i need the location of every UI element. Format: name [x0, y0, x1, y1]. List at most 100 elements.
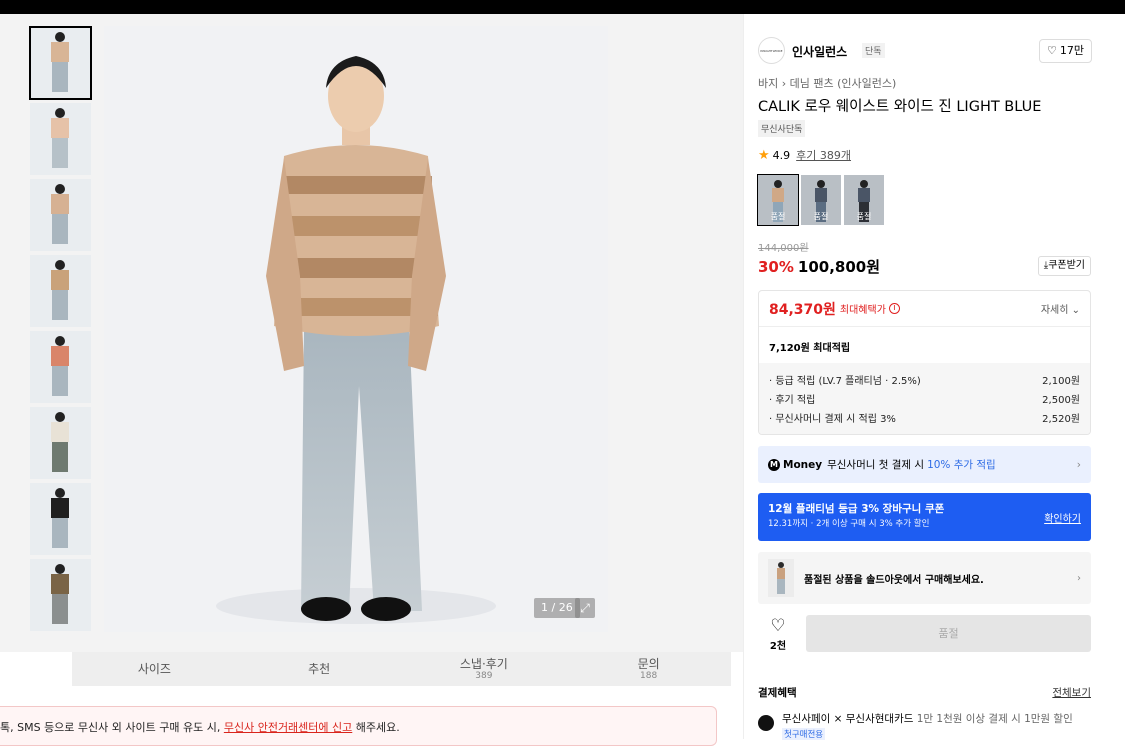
see-all-link[interactable]: 전체보기 [1052, 685, 1091, 700]
gallery-thumbnail[interactable] [30, 179, 91, 251]
brand-logo[interactable]: INSIGHTLENCE [758, 37, 785, 64]
color-options: 품절 품절 품절 [757, 174, 884, 226]
money-text: 무신사머니 첫 결제 시 [827, 459, 925, 471]
payment-benefits-header: 결제혜택 전체보기 [758, 685, 1091, 700]
top-bar [0, 0, 1125, 14]
thumbnail-photo [30, 27, 91, 99]
first-purchase-tag: 첫구매전용 [782, 728, 826, 740]
heart-icon: ♡ [770, 616, 786, 636]
benefit-header[interactable]: 84,370원 최대혜택가 i 자세히 ⌄ [759, 291, 1090, 327]
gallery-thumbnail[interactable] [29, 26, 92, 100]
discount-rate: 30% [758, 258, 794, 276]
thumbnail-photo [30, 407, 91, 479]
soldout-banner[interactable]: 품절된 상품을 솔드아웃에서 구매해보세요. › [758, 552, 1091, 604]
best-price-label: 최대혜택가 [839, 305, 886, 316]
points-row: · 등급 적립 (LV.7 플래티넘 · 2.5%) 2,100원 [769, 372, 1080, 391]
points-value: 2,500원 [1042, 395, 1080, 406]
best-price: 84,370원 [769, 301, 836, 318]
thumbnail-photo [30, 255, 91, 327]
product-tabs: 사이즈 추천 스냅·후기 389 문의 188 [72, 652, 731, 686]
points-label: · 무신사머니 결제 시 적립 3% [769, 414, 896, 425]
tab-3[interactable]: 문의 188 [566, 652, 731, 686]
color-soldout-label: 품절 [856, 212, 872, 221]
color-soldout-label: 품절 [770, 212, 786, 221]
notice-text-after: 해주세요. [352, 721, 400, 734]
musinsa-money-banner[interactable]: M Money 무신사머니 첫 결제 시 10% 추가 적립 › [758, 446, 1091, 483]
thumbnail-photo [30, 559, 91, 631]
wish-count: 2천 [769, 641, 787, 652]
exclusive-badge: 단독 [862, 43, 885, 58]
info-icon[interactable]: i [888, 303, 900, 314]
breadcrumb: 바지 › 데님 팬츠 (인사일런스) [758, 75, 896, 91]
payment-benefits-title: 결제혜택 [758, 687, 797, 699]
expand-icon[interactable]: ⤢ [575, 598, 595, 618]
product-info-panel: INSIGHTLENCE 인사일런스 단독 ♡ 17만 바지 › 데님 팬츠 (… [743, 14, 1118, 740]
payment-condition: 1만 1천원 이상 결제 시 1만원 할인 [913, 713, 1073, 725]
color-option[interactable]: 품절 [757, 174, 799, 226]
buy-button[interactable]: 품절 [806, 615, 1091, 652]
star-icon: ★ [758, 147, 770, 163]
brand-like-count: 17만 [1059, 44, 1084, 57]
points-value: 2,520원 [1042, 414, 1080, 425]
tab-1[interactable]: 추천 [237, 652, 402, 686]
main-product-image[interactable] [104, 26, 608, 632]
color-option[interactable]: 품절 [801, 175, 841, 225]
thumbnail-photo [30, 483, 91, 555]
coupon-button[interactable]: ⤓쿠폰받기 [1037, 256, 1091, 276]
chevron-right-icon: › [1077, 572, 1081, 584]
thumbnail-photo [30, 331, 91, 403]
tab-label: 스냅·후기 [459, 657, 508, 671]
safety-notice: 톡, SMS 등으로 무신사 외 사이트 구매 유도 시, 무신사 안전거래센터… [0, 706, 717, 746]
benefit-detail-toggle[interactable]: 자세히 ⌄ [1041, 301, 1080, 316]
heart-icon: ♡ [1047, 44, 1057, 57]
musinsa-pay-icon [758, 715, 774, 731]
promo-confirm-link[interactable]: 확인하기 [1044, 510, 1081, 525]
gallery-thumbnail[interactable] [30, 331, 91, 403]
chevron-down-icon: ⌄ [1071, 305, 1080, 316]
scrollbar[interactable] [1118, 14, 1125, 739]
tab-label: 추천 [308, 662, 331, 676]
payment-benefit-item: 무신사페이 × 무신사현대카드 1만 1천원 이상 결제 시 1만원 할인 첫구… [758, 711, 1073, 740]
soldout-thumbnail [768, 559, 794, 597]
gallery-thumbnail[interactable] [30, 483, 91, 555]
gallery-thumbnail[interactable] [30, 255, 91, 327]
gallery-thumbnail[interactable] [30, 103, 91, 175]
product-title: CALIK 로우 웨이스트 와이드 진 LIGHT BLUE [758, 99, 1042, 115]
tab-label: 문의 [637, 657, 660, 671]
gallery-thumbnail[interactable] [30, 407, 91, 479]
points-total: 7,120원 최대적립 [769, 343, 851, 354]
sale-price: 100,800원 [797, 258, 881, 276]
detail-label: 자세히 [1040, 305, 1069, 316]
thumbnail-photo [30, 103, 91, 175]
platinum-coupon-banner[interactable]: 12월 플래티넘 등급 3% 장바구니 쿠폰 12.31까지 · 2개 이상 구… [758, 493, 1091, 541]
wish-button[interactable]: ♡ 2천 [758, 617, 798, 652]
review-link[interactable]: 후기 389개 [796, 147, 851, 163]
brand-like-button[interactable]: ♡ 17만 [1039, 39, 1092, 63]
breadcrumb-subcategory[interactable]: 데님 팬츠 (인사일런스) [790, 77, 897, 90]
color-soldout-label: 품절 [813, 212, 829, 221]
points-value: 2,100원 [1042, 376, 1080, 387]
model-photo [216, 56, 496, 624]
report-link[interactable]: 무신사 안전거래센터에 신고 [224, 721, 352, 734]
points-row: · 후기 적립 2,500원 [769, 391, 1080, 410]
tab-0[interactable]: 사이즈 [72, 652, 237, 686]
color-option[interactable]: 품절 [844, 175, 884, 225]
brand-row: INSIGHTLENCE 인사일런스 단독 ♡ 17만 [758, 37, 1092, 65]
breadcrumb-category[interactable]: 바지 [758, 77, 778, 90]
image-counter: 1 / 26 [534, 598, 580, 618]
chevron-right-icon: › [781, 77, 790, 90]
gallery-thumbnail[interactable] [30, 559, 91, 631]
rating-row: ★ 4.9 후기 389개 [758, 147, 851, 163]
brand-name[interactable]: 인사일런스 [792, 43, 847, 60]
tab-label: 사이즈 [137, 662, 171, 676]
coupon-label: 쿠폰받기 [1048, 260, 1085, 271]
tab-2[interactable]: 스냅·후기 389 [402, 652, 567, 686]
rating-value: 4.9 [772, 148, 791, 162]
points-list: · 등급 적립 (LV.7 플래티넘 · 2.5%) 2,100원 · 후기 적립 2… [759, 363, 1090, 434]
original-price: 144,000원 [758, 243, 809, 254]
notice-text-before: 톡, SMS 등으로 무신사 외 사이트 구매 유도 시, [0, 721, 224, 734]
money-highlight: 10% 추가 적립 [927, 459, 996, 471]
price-row: 30% 100,800원 [758, 256, 880, 277]
benefit-box: 84,370원 최대혜택가 i 자세히 ⌄ 7,120원 최대적립 · 등급 적… [758, 290, 1091, 435]
chevron-right-icon: › [1076, 458, 1081, 471]
